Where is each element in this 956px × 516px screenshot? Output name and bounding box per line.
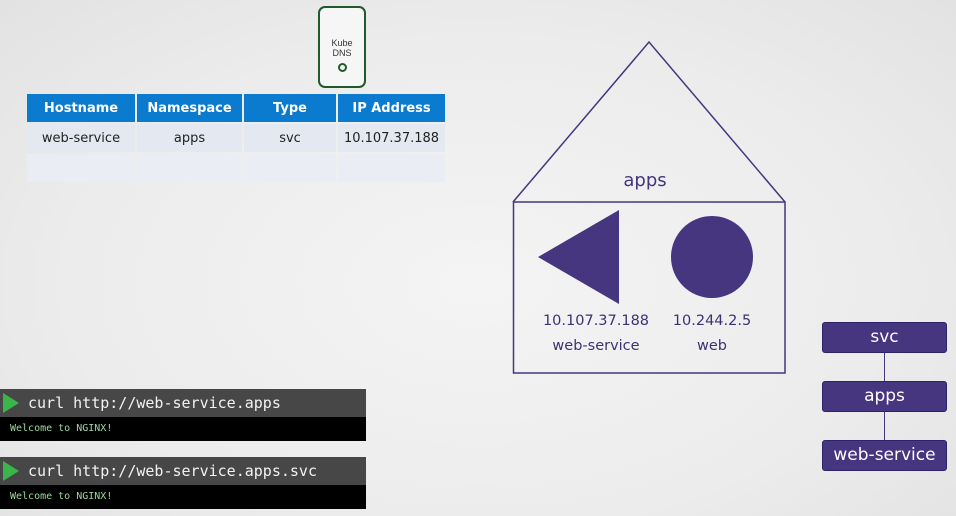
hierarchy-connector (884, 353, 885, 382)
hierarchy-namespace-box: apps (822, 381, 947, 412)
status-light-icon (337, 63, 347, 72)
hierarchy-service-box: web-service (822, 440, 947, 471)
kube-dns-label-line2: DNS (332, 48, 352, 58)
service-name: web-service (552, 338, 640, 354)
terminal-1: curl http://web-service.apps Welcome to … (0, 389, 366, 441)
terminal-command-bar: curl http://web-service.apps (0, 389, 366, 417)
cell-namespace (137, 154, 242, 182)
kube-dns-label-line1: Kube (331, 38, 353, 48)
cell-ip-address: 10.107.37.188 (338, 124, 445, 152)
hierarchy-svc-box: svc (822, 322, 947, 353)
pod-circle-icon (671, 216, 753, 298)
table-header-row: Hostname Namespace Type IP Address (27, 94, 445, 122)
service-triangle-icon (538, 210, 619, 304)
cell-namespace: apps (137, 124, 242, 152)
dns-records-table: Hostname Namespace Type IP Address web-s… (25, 92, 447, 184)
namespace-house-diagram (512, 40, 786, 374)
terminal-output: Welcome to NGINX! (0, 485, 366, 509)
play-icon (3, 393, 19, 413)
cell-type: svc (244, 124, 336, 152)
cell-hostname (27, 154, 135, 182)
column-header-type: Type (244, 94, 336, 122)
terminal-command: curl http://web-service.apps (28, 394, 281, 412)
pod-ip: 10.244.2.5 (672, 313, 752, 329)
table-row-empty (27, 154, 445, 182)
table-row: web-service apps svc 10.107.37.188 (27, 124, 445, 152)
terminal-2: curl http://web-service.apps.svc Welcome… (0, 457, 366, 509)
namespace-label: apps (623, 170, 667, 191)
cell-type (244, 154, 336, 182)
cell-ip-address (338, 154, 445, 182)
hierarchy-connector (884, 412, 885, 441)
cell-hostname: web-service (27, 124, 135, 152)
pod-name: web (697, 338, 727, 354)
column-header-namespace: Namespace (137, 94, 242, 122)
column-header-ip-address: IP Address (338, 94, 445, 122)
kube-dns-server: Kube DNS (318, 6, 366, 88)
play-icon (3, 461, 19, 481)
terminal-command: curl http://web-service.apps.svc (28, 462, 317, 480)
terminal-output: Welcome to NGINX! (0, 417, 366, 441)
service-ip: 10.107.37.188 (542, 313, 650, 329)
kube-dns-label: Kube DNS (320, 38, 364, 58)
column-header-hostname: Hostname (27, 94, 135, 122)
terminal-command-bar: curl http://web-service.apps.svc (0, 457, 366, 485)
